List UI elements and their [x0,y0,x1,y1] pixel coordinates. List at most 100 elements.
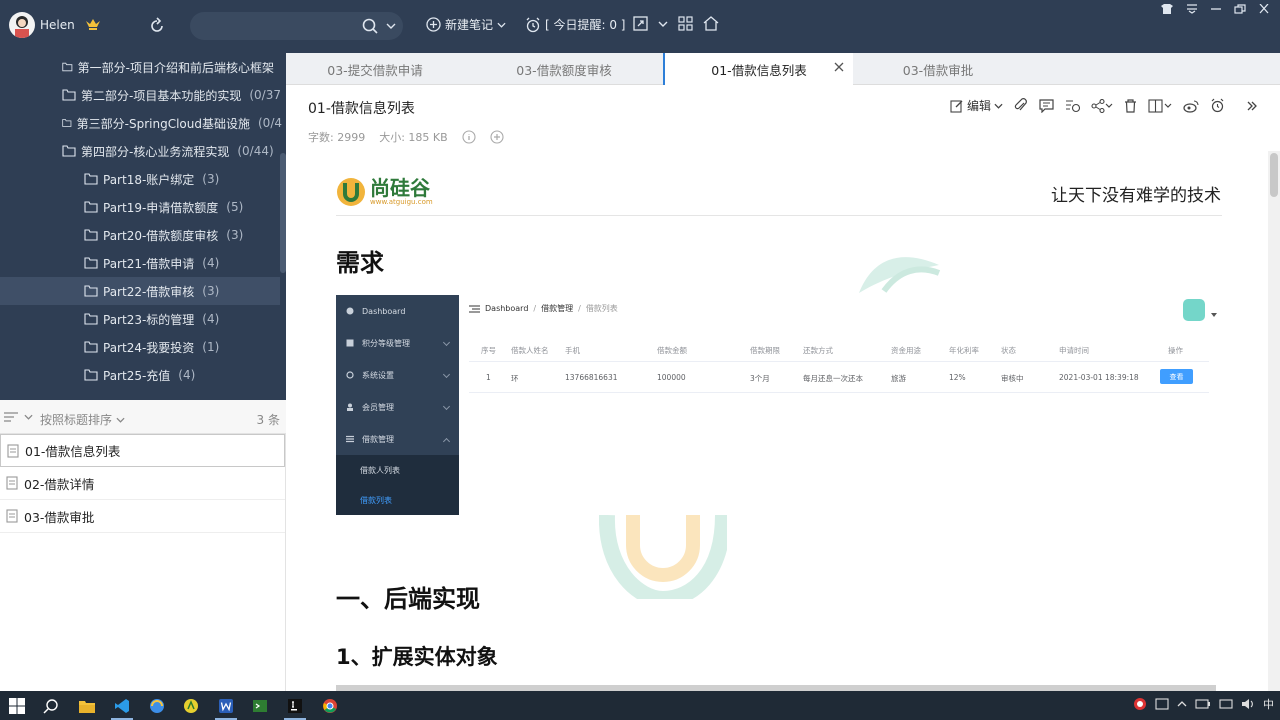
close-icon[interactable] [833,61,845,73]
tree-item[interactable]: 第四部分-核心业务流程实现 (0/44) [62,137,282,165]
file-size: 大小: 185 KB [379,131,448,144]
table-header: 借款金额 [657,346,687,355]
folder-icon [62,62,73,72]
share-icon[interactable] [1091,98,1113,113]
windows-start-icon[interactable] [7,696,27,716]
word-icon[interactable] [216,696,236,716]
reading-mode-icon[interactable] [1148,98,1172,113]
content-scrollbar[interactable] [1268,151,1280,691]
logo-mark [337,178,365,206]
divider [336,215,1222,216]
tab[interactable]: 03-借款审批 [853,53,1023,85]
tree-item[interactable]: 第二部分-项目基本功能的实现 (0/37 [62,81,282,109]
search-input[interactable] [190,12,403,40]
crown-icon[interactable] [85,17,101,31]
minimize-icon[interactable] [1210,4,1222,14]
expand-icon[interactable] [633,16,648,31]
record-icon[interactable] [1133,697,1147,711]
chevron-down-icon[interactable] [658,21,668,27]
tree-item[interactable]: 第一部分-项目介绍和前后端核心框架 [62,53,282,81]
reminder-button[interactable]: [ 今日提醒: 0 ] [525,16,626,33]
tree-item-count: (0/37 [249,88,281,102]
chevron-up-icon[interactable] [1177,701,1187,707]
tree-item[interactable]: Part25-充值 (4) [84,361,280,389]
sort-dropdown[interactable]: 按照标题排序 [40,411,125,428]
chevron-down-icon[interactable] [386,23,396,29]
user-name[interactable]: Helen [40,18,75,32]
weibo-icon[interactable] [1183,99,1199,113]
alarm-clock-icon[interactable] [1210,98,1225,113]
scrollbar-thumb[interactable] [1270,153,1278,197]
tree-item-selected[interactable]: Part22-借款审核 (3) [0,277,280,305]
apps-grid-icon[interactable] [678,16,693,31]
comment-icon[interactable] [1039,98,1054,113]
intellij-icon[interactable] [285,696,305,716]
document-title[interactable]: 01-借款信息列表 [308,98,415,118]
table-divider [469,392,1209,393]
skin-icon[interactable] [1160,3,1174,15]
close-icon[interactable] [1258,4,1270,14]
terminal-icon[interactable] [250,696,270,716]
restore-icon[interactable] [1234,4,1246,14]
info-icon[interactable] [462,130,476,144]
browser-icon[interactable] [147,696,167,716]
list-view-icon[interactable] [3,411,19,423]
tree-item-label: 第四部分-核心业务流程实现 [81,144,230,159]
search-icon[interactable] [41,696,61,716]
tab-active[interactable]: 01-借款信息列表 [663,53,853,86]
note-title: 02-借款详情 [24,476,95,492]
heading-requirement: 需求 [336,249,384,277]
tree-item[interactable]: Part24-我要投资 (1) [84,333,280,361]
chevron-down-icon[interactable] [24,414,33,420]
note-count: 3 条 [256,413,280,427]
trash-icon[interactable] [1124,98,1137,113]
network-icon[interactable] [1219,698,1233,710]
edit-button[interactable]: 编辑 [950,97,1003,114]
logo-url: www.atguigu.com [370,198,433,206]
user-avatar[interactable] [9,12,35,38]
admin-sidebar: Dashboard 积分等级管理 系统设置 会员管理 借款管理 借款人列表 借款… [336,295,459,515]
note-item[interactable]: 02-借款详情 [0,467,285,500]
note-item[interactable]: 03-借款审批 [0,500,285,533]
embedded-screenshot: Dashboard 积分等级管理 系统设置 会员管理 借款管理 借款人列表 借款… [336,295,1217,515]
new-note-button[interactable]: 新建笔记 [426,16,506,33]
tree-item-label: Part25-充值 [103,368,171,383]
tab[interactable]: 03-借款额度审核 [464,53,664,85]
tree-item[interactable]: Part23-标的管理 (4) [84,305,280,333]
window-icon[interactable] [1155,698,1169,710]
tree-item-label: Part24-我要投资 [103,340,195,355]
tree-item[interactable]: Part20-借款额度审核 (3) [84,221,280,249]
tree-item-label: 第一部分-项目介绍和前后端核心框架 [77,60,274,75]
file-explorer-icon[interactable] [77,696,97,716]
attachment-icon[interactable] [1014,98,1028,113]
document-content[interactable]: 尚硅谷 www.atguigu.com 让天下没有难学的技术 需求 Dashbo… [286,151,1268,691]
note-item-selected[interactable]: 01-借款信息列表 [0,434,285,467]
tree-item[interactable]: Part18-账户绑定 (3) [84,165,280,193]
home-icon[interactable] [703,16,719,31]
more-icon[interactable] [1246,100,1258,112]
breadcrumb-separator: / [533,304,537,313]
tab[interactable]: 03-提交借款申请 [286,53,464,85]
tree-item[interactable]: Part19-申请借款额度 (5) [84,193,280,221]
folder-icon [84,341,98,353]
tree-item[interactable]: 第三部分-SpringCloud基础设施 (0/4 [62,109,282,137]
add-tag-icon[interactable] [490,130,504,144]
search-icon[interactable] [362,18,378,34]
edit-label: 编辑 [966,99,991,113]
history-icon[interactable] [1065,99,1080,113]
volume-icon[interactable] [1241,698,1255,710]
ime-indicator[interactable]: 中 [1263,696,1274,712]
folder-icon [84,369,98,381]
chrome-icon[interactable] [320,696,340,716]
battery-icon[interactable] [1195,699,1211,709]
breadcrumb-item: Dashboard [485,304,529,313]
menu-icon[interactable] [1186,4,1198,14]
admin-nav-item: 积分等级管理 [336,327,459,359]
admin-nav-label: Dashboard [362,306,406,316]
vscode-icon[interactable] [112,696,132,716]
edit-icon [950,99,963,113]
app-icon[interactable] [181,696,201,716]
sync-icon[interactable] [148,17,166,35]
heading-extend-entity: 1、扩展实体对象 [336,645,498,669]
tree-item[interactable]: Part21-借款申请 (4) [84,249,280,277]
